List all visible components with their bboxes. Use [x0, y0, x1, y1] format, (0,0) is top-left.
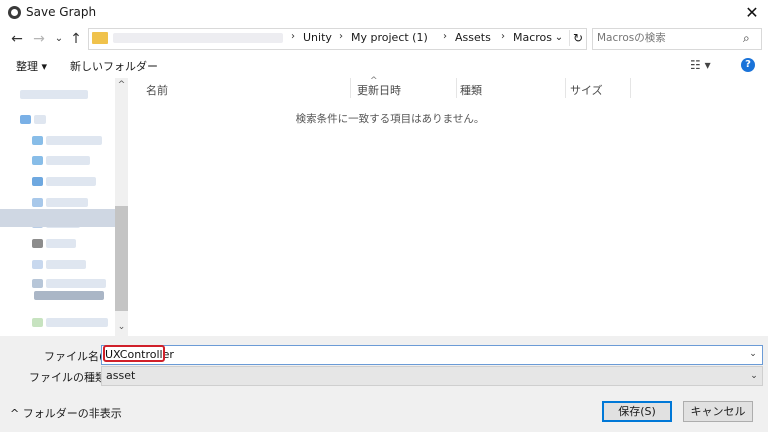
column-divider[interactable]: [456, 78, 457, 98]
save-button[interactable]: 保存(S): [602, 401, 672, 422]
blurred-nav-item-icon: [32, 177, 43, 186]
breadcrumb-separator: ›: [501, 31, 505, 42]
blurred-nav-item[interactable]: [46, 177, 96, 186]
blurred-nav-item[interactable]: [34, 115, 46, 124]
blurred-nav-item[interactable]: [46, 239, 76, 248]
address-dropdown-chevron-icon[interactable]: ⌄: [551, 30, 567, 46]
filetype-dropdown-chevron-icon[interactable]: ⌄: [747, 367, 761, 385]
title-bar: Save Graph ✕: [0, 0, 768, 26]
filetype-select[interactable]: asset ⌄: [101, 366, 763, 386]
forward-arrow-icon[interactable]: →: [30, 30, 48, 48]
blurred-nav-item[interactable]: [46, 279, 106, 288]
scroll-up-arrow-icon[interactable]: ^: [115, 80, 128, 90]
blurred-nav-item[interactable]: [46, 198, 88, 207]
blurred-nav-item-icon: [20, 115, 31, 124]
unity-app-icon: [8, 6, 21, 19]
column-divider[interactable]: [565, 78, 566, 98]
organize-menu-button[interactable]: 整理 ▾: [16, 58, 47, 74]
folder-icon: [92, 32, 108, 44]
filename-input[interactable]: [105, 347, 705, 362]
blurred-nav-item-icon: [32, 239, 43, 248]
blurred-nav-item[interactable]: [46, 136, 102, 145]
refresh-icon[interactable]: ↻: [569, 30, 586, 46]
breadcrumb-assets[interactable]: Assets: [455, 31, 491, 44]
hide-folders-toggle[interactable]: ^ フォルダーの非表示: [10, 405, 122, 421]
column-divider[interactable]: [630, 78, 631, 98]
scrollbar-thumb[interactable]: [115, 206, 128, 311]
breadcrumb-unity[interactable]: Unity: [303, 31, 332, 44]
breadcrumb-macros[interactable]: Macros: [513, 31, 552, 44]
column-header-modified[interactable]: 更新日時: [357, 82, 401, 98]
column-header-name[interactable]: 名前: [146, 82, 168, 98]
search-box[interactable]: ⌕: [592, 28, 762, 50]
breadcrumb-my-project[interactable]: My project (1): [351, 31, 428, 44]
recent-locations-chevron-icon[interactable]: ⌄: [50, 30, 68, 48]
filetype-value: asset: [106, 369, 136, 382]
column-divider[interactable]: [350, 78, 351, 98]
command-toolbar: 整理 ▾ 新しいフォルダー ☷ ▾ ?: [0, 54, 768, 78]
file-list-view[interactable]: ^ 名前 更新日時 種類 サイズ 検索条件に一致する項目はありません。: [130, 76, 768, 336]
blurred-nav-item[interactable]: [46, 156, 90, 165]
up-arrow-icon[interactable]: ↑: [67, 30, 85, 48]
breadcrumb-separator: ›: [291, 31, 295, 42]
back-arrow-icon[interactable]: ←: [8, 30, 26, 48]
cancel-button[interactable]: キャンセル: [683, 401, 753, 422]
blurred-nav-item-icon: [32, 136, 43, 145]
blurred-nav-item-icon: [32, 156, 43, 165]
blurred-nav-item-icon: [32, 260, 43, 269]
filename-highlight-annotation: [103, 345, 165, 362]
view-options-icon[interactable]: ☷ ▾: [690, 58, 711, 72]
filename-dropdown-chevron-icon[interactable]: ⌄: [746, 345, 760, 363]
new-folder-button[interactable]: 新しいフォルダー: [70, 58, 158, 74]
close-button[interactable]: ✕: [736, 0, 768, 26]
search-icon[interactable]: ⌕: [743, 31, 750, 46]
empty-list-message: 検索条件に一致する項目はありません。: [295, 113, 485, 125]
breadcrumb-separator: ›: [443, 31, 447, 42]
blurred-nav-item[interactable]: [46, 260, 86, 269]
scroll-down-arrow-icon[interactable]: ⌄: [115, 322, 128, 332]
blurred-nav-item[interactable]: [46, 318, 108, 327]
address-bar[interactable]: › Unity › My project (1) › Assets › Macr…: [88, 28, 587, 50]
blurred-nav-item-icon: [32, 279, 43, 288]
selected-nav-item[interactable]: [0, 209, 115, 227]
window-title: Save Graph: [26, 5, 97, 19]
breadcrumb-separator: ›: [339, 31, 343, 42]
column-header-type[interactable]: 種類: [460, 82, 482, 98]
blurred-selected-nav-label: [34, 291, 104, 300]
blurred-path-segment: [113, 33, 283, 43]
blurred-nav-item[interactable]: [20, 90, 88, 99]
column-header-size[interactable]: サイズ: [570, 82, 603, 98]
search-input[interactable]: [597, 31, 737, 45]
blurred-nav-item-icon: [32, 198, 43, 207]
help-icon[interactable]: ?: [741, 58, 755, 72]
filename-combobox[interactable]: [101, 345, 763, 365]
blurred-nav-item-icon: [32, 318, 43, 327]
